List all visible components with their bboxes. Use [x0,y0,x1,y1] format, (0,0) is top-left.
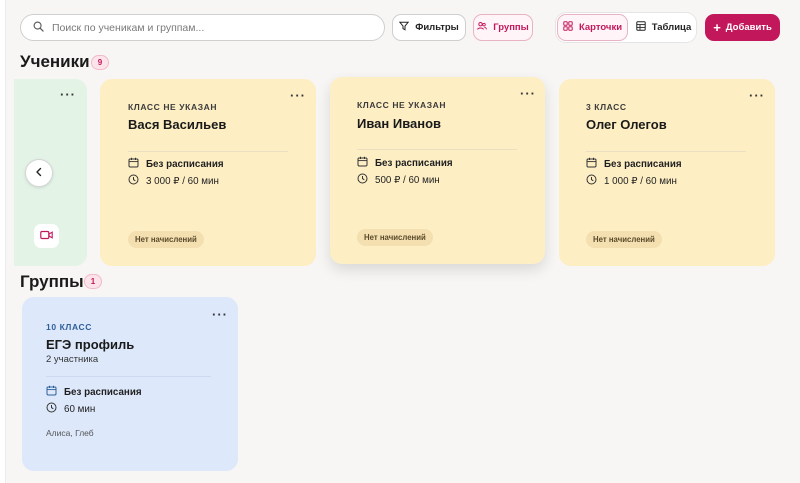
student-card[interactable]: ··· 3 КЛАСС Олег Олегов Без расписания 1… [559,79,775,266]
groups-toggle-button[interactable]: Группы [473,14,533,41]
chevron-left-icon [34,164,44,182]
group-participants: 2 участника [46,354,99,365]
status-badge: Нет начислений [128,231,204,248]
group-card[interactable]: ··· 10 КЛАСС ЕГЭ профиль 2 участника Без… [22,297,238,471]
groups-icon [477,21,488,34]
more-icon[interactable]: ··· [520,87,536,100]
cards-view-label: Карточки [578,22,623,33]
price-text: 3 000 ₽ / 60 мин [146,175,219,187]
card-divider [46,376,211,377]
more-icon[interactable]: ··· [749,89,765,102]
calendar-icon [586,157,597,171]
student-grade: КЛАСС НЕ УКАЗАН [357,100,447,110]
group-members: Алиса, Глеб [46,428,94,438]
student-grade: КЛАСС НЕ УКАЗАН [128,102,218,112]
clock-icon [128,174,139,188]
cards-view-button[interactable]: Карточки [557,14,628,41]
students-heading: Ученики [20,52,90,71]
card-divider [128,151,288,152]
price-row: 500 ₽ / 60 мин [357,173,440,187]
calendar-icon [128,157,139,171]
price-text: 500 ₽ / 60 мин [375,174,440,186]
card-divider [357,149,517,150]
schedule-text: Без расписания [375,157,453,169]
video-icon [40,227,53,245]
schedule-row: Без расписания [46,385,142,399]
student-name: Вася Васильев [128,117,227,132]
clock-icon [586,174,597,188]
card-divider [586,151,746,152]
more-icon[interactable]: ··· [212,308,228,321]
calendar-icon [357,156,368,170]
table-view-button[interactable]: Таблица [632,14,695,41]
groups-toggle-label: Группы [493,22,529,33]
schedule-text: Без расписания [146,158,224,170]
plus-icon: + [713,19,721,35]
more-icon[interactable]: ··· [290,89,306,102]
student-card[interactable]: ··· КЛАСС НЕ УКАЗАН Иван Иванов Без расп… [330,77,545,264]
student-card[interactable]: ··· КЛАСС НЕ УКАЗАН Вася Васильев Без ра… [100,79,316,266]
price-row: 3 000 ₽ / 60 мин [128,174,219,188]
search-icon [33,19,44,37]
calendar-icon [46,385,57,399]
carousel-prev-button[interactable] [25,159,53,187]
filters-button-label: Фильтры [415,22,459,33]
price-row: 1 000 ₽ / 60 мин [586,174,677,188]
add-button-label: Добавить [725,22,772,33]
students-count-badge: 9 [91,55,109,70]
group-grade: 10 КЛАСС [46,322,92,332]
clock-icon [357,173,368,187]
student-grade: 3 КЛАСС [586,102,627,112]
video-call-button[interactable] [34,224,59,248]
groups-count-badge: 1 [84,274,102,289]
schedule-text: Без расписания [604,158,682,170]
add-button[interactable]: + Добавить [705,14,780,41]
table-view-label: Таблица [651,22,692,33]
group-name: ЕГЭ профиль [46,337,135,352]
schedule-row: Без расписания [128,157,224,171]
left-edge-panel [0,0,6,483]
duration-row: 60 мин [46,402,95,416]
groups-heading: Группы [20,272,84,291]
status-badge: Нет начислений [357,229,433,246]
more-icon[interactable]: ··· [60,88,76,101]
clock-icon [46,402,57,416]
duration-text: 60 мин [64,403,96,415]
search-field[interactable] [20,14,385,41]
filter-icon [398,21,410,34]
schedule-row: Без расписания [357,156,453,170]
table-icon [635,21,646,34]
schedule-row: Без расписания [586,157,682,171]
schedule-text: Без расписания [64,386,142,398]
search-input[interactable] [52,21,352,34]
status-badge: Нет начислений [586,231,662,248]
cards-grid-icon [563,21,573,34]
student-name: Иван Иванов [357,116,442,131]
price-text: 1 000 ₽ / 60 мин [604,175,677,187]
filters-button[interactable]: Фильтры [392,14,466,41]
student-name: Олег Олегов [586,117,667,132]
